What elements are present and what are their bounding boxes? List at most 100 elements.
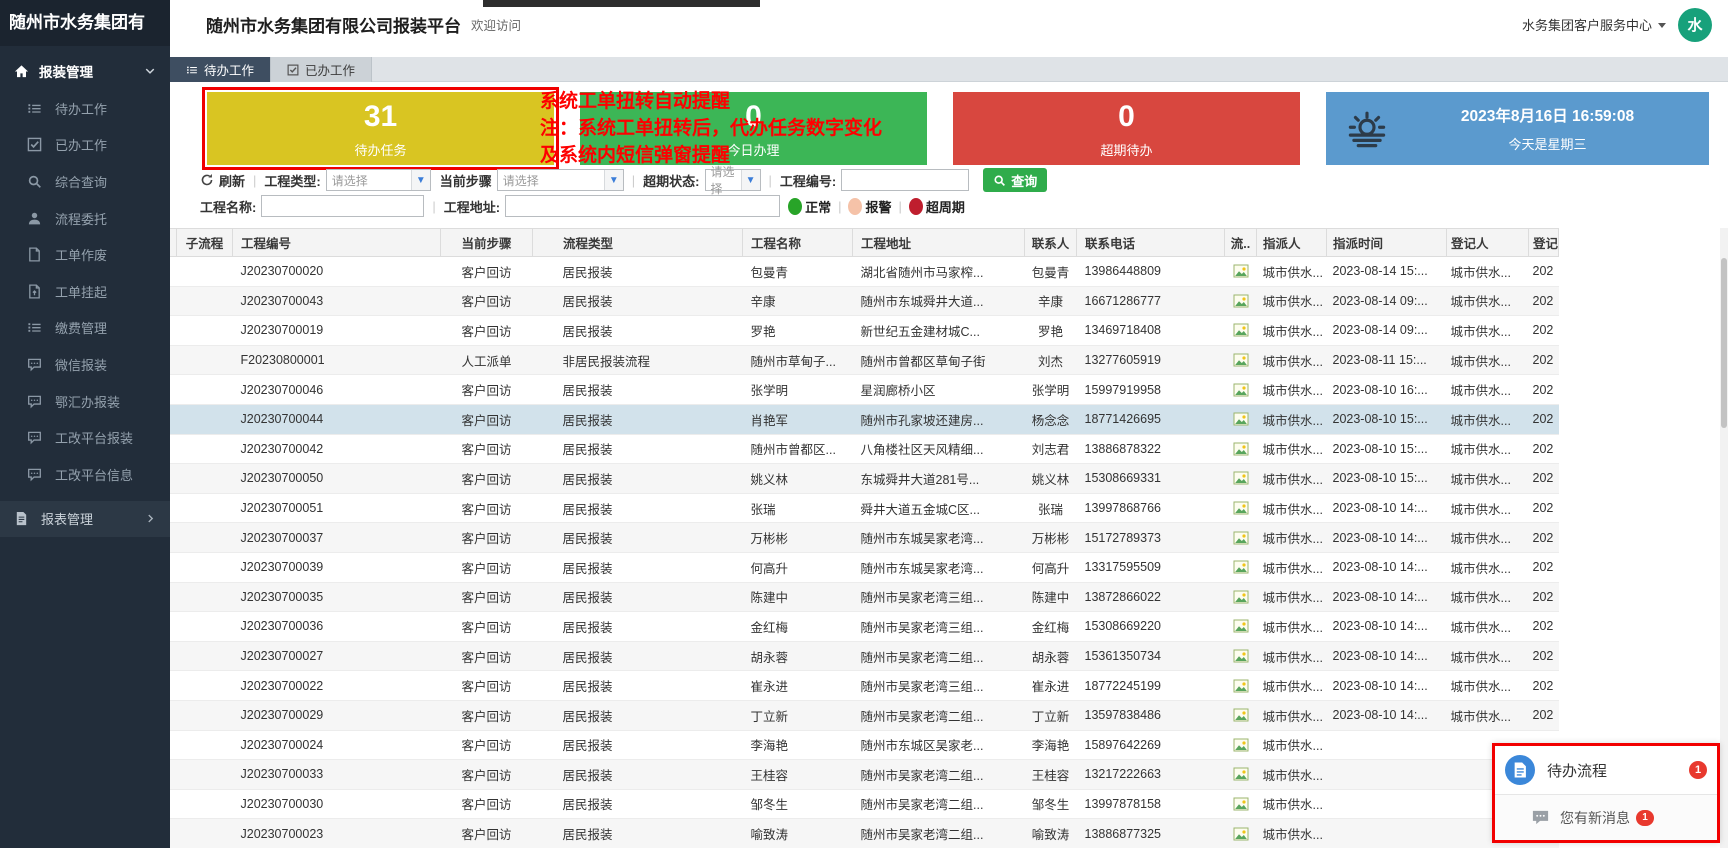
table-row[interactable]: 3办理J20230700019客户回访居民报装罗艳新世纪五金建材城C...罗艳1…	[11, 316, 1559, 346]
user-menu[interactable]: 水务集团客户服务中心 水	[1522, 8, 1712, 42]
cell-assign-time: 2023-08-10 16:...	[1327, 375, 1447, 405]
cell-flow-type: 居民报装	[533, 641, 743, 671]
flow-image-icon[interactable]	[1233, 826, 1249, 842]
sidebar-item-2[interactable]: 综合查询	[0, 163, 170, 200]
sidebar-item-report-mgmt[interactable]: 报表管理	[0, 501, 170, 537]
table-row[interactable]: 20办理J20230700023客户回访居民报装喻致涛随州市吴家老湾二组...喻…	[11, 819, 1559, 848]
flow-image-icon[interactable]	[1233, 796, 1249, 812]
tab-done-work[interactable]: 已办工作	[271, 57, 372, 82]
flow-image-icon[interactable]	[1233, 589, 1249, 605]
table-row[interactable]: 17办理J20230700024客户回访居民报装李海艳随州市东城区吴家老...李…	[11, 730, 1559, 760]
table-row[interactable]: 15办理J20230700022客户回访居民报装崔永进随州市吴家老湾三组...崔…	[11, 671, 1559, 701]
scrollbar-thumb[interactable]	[1721, 258, 1727, 428]
cell-assignee: 城市供水...	[1257, 493, 1327, 523]
flow-image-icon[interactable]	[1233, 382, 1249, 398]
cell-flow-type: 居民报装	[533, 257, 743, 287]
current-step-label: 当前步骤	[440, 171, 492, 190]
sidebar-item-7[interactable]: 微信报装	[0, 346, 170, 383]
flow-image-icon[interactable]	[1233, 263, 1249, 279]
pending-count: 31	[207, 101, 554, 133]
flow-image-icon[interactable]	[1233, 352, 1249, 368]
table-row[interactable]: 11办理J20230700039客户回访居民报装何高升随州市东城吴家老湾...何…	[11, 552, 1559, 582]
sidebar-item-8[interactable]: 鄂汇办报装	[0, 383, 170, 420]
top-bar: 随州市水务集团有限公司报装平台 欢迎访问 水务集团客户服务中心 水	[170, 0, 1728, 57]
cell-assignee: 城市供水...	[1257, 257, 1327, 287]
cell-contact: 辛康	[1025, 286, 1077, 316]
flow-image-icon[interactable]	[1233, 737, 1249, 753]
card-today-done[interactable]: 0 今日办理	[580, 92, 927, 165]
table-row[interactable]: 6办理J20230700044客户回访居民报装肖艳军随州市孔家坡还建房...杨念…	[11, 404, 1559, 434]
cell-current-step: 客户回访	[441, 789, 533, 819]
project-addr-input[interactable]	[505, 195, 780, 217]
flow-image-icon[interactable]	[1233, 441, 1249, 457]
cell-flow-icon	[1225, 760, 1257, 790]
sidebar-item-6[interactable]: 缴费管理	[0, 310, 170, 347]
cell-phone: 15361350734	[1077, 641, 1225, 671]
filter-row-1: 刷新 | 工程类型: 请选择 ▼ 当前步骤 请选择 ▼ | 超期状态: 请选择 …	[200, 168, 1047, 192]
table-row[interactable]: 5办理J20230700046客户回访居民报装张学明星润廊桥小区张学明15997…	[11, 375, 1559, 405]
cell-phone: 13886878322	[1077, 434, 1225, 464]
table-row[interactable]: 4办理F20230800001人工派单非居民报装流程随州市草甸子...随州市曾都…	[11, 345, 1559, 375]
overdue-status-select[interactable]: 请选择 ▼	[705, 169, 761, 191]
table-row[interactable]: 18办理J20230700033客户回访居民报装王桂容随州市吴家老湾二组...王…	[11, 760, 1559, 790]
flow-image-icon[interactable]	[1233, 559, 1249, 575]
cell-assignee: 城市供水...	[1257, 552, 1327, 582]
table-row[interactable]: 19办理J20230700030客户回访居民报装邹冬生随州市吴家老湾二组...邹…	[11, 789, 1559, 819]
table-row[interactable]: 1办理J20230700020客户回访居民报装包曼青湖北省随州市马家榨...包曼…	[11, 257, 1559, 287]
avatar[interactable]: 水	[1678, 8, 1712, 42]
flow-image-icon[interactable]	[1233, 470, 1249, 486]
table-row[interactable]: 8办理J20230700050客户回访居民报装姚义林东城舜井大道281号...姚…	[11, 464, 1559, 494]
flow-image-icon[interactable]	[1233, 293, 1249, 309]
sidebar-item-5[interactable]: 工单挂起	[0, 273, 170, 310]
table-row[interactable]: 14办理J20230700027客户回访居民报装胡永蓉随州市吴家老湾二组...胡…	[11, 641, 1559, 671]
cell-flow-type: 非居民报装流程	[533, 345, 743, 375]
sidebar-item-4[interactable]: 工单作废	[0, 236, 170, 273]
tab-pending-work[interactable]: 待办工作	[170, 57, 271, 82]
cell-phone: 16671286777	[1077, 286, 1225, 316]
flow-image-icon[interactable]	[1233, 766, 1249, 782]
flow-image-icon[interactable]	[1233, 530, 1249, 546]
project-code-input[interactable]	[841, 169, 969, 191]
table-row[interactable]: 2办理J20230700043客户回访居民报装辛康随州市东城舜井大道...辛康1…	[11, 286, 1559, 316]
sidebar-item-0[interactable]: 待办工作	[0, 90, 170, 127]
cell-assignee: 城市供水...	[1257, 345, 1327, 375]
flow-image-icon[interactable]	[1233, 678, 1249, 694]
project-type-select[interactable]: 请选择 ▼	[326, 169, 431, 191]
flow-image-icon[interactable]	[1233, 411, 1249, 427]
sidebar-item-1[interactable]: 已办工作	[0, 127, 170, 164]
sidebar-item-3[interactable]: 流程委托	[0, 200, 170, 237]
col-header-3: 子流程	[177, 229, 233, 257]
query-button[interactable]: 查询	[983, 168, 1047, 192]
flow-image-icon[interactable]	[1233, 618, 1249, 634]
cell-registrar: 城市供水...	[1447, 345, 1529, 375]
table-row[interactable]: 16办理J20230700029客户回访居民报装丁立新随州市吴家老湾二组...丁…	[11, 700, 1559, 730]
table-row[interactable]: 9办理J20230700051客户回访居民报装张瑞舜井大道五金城C区...张瑞1…	[11, 493, 1559, 523]
select-placeholder: 请选择	[503, 172, 539, 189]
card-pending-tasks[interactable]: 31 待办任务	[207, 92, 554, 165]
table-row[interactable]: 12办理J20230700035客户回访居民报装陈建中随州市吴家老湾三组...陈…	[11, 582, 1559, 612]
table-row[interactable]: 7办理J20230700042客户回访居民报装随州市曾都区...八角楼社区天风精…	[11, 434, 1559, 464]
sidebar-item-10[interactable]: 工改平台信息	[0, 456, 170, 493]
card-overdue[interactable]: 0 超期待办	[953, 92, 1300, 165]
sidebar-menu-baozhuang[interactable]: 报装管理	[0, 58, 170, 84]
select-placeholder: 请选择	[711, 163, 741, 197]
flow-image-icon[interactable]	[1233, 500, 1249, 516]
cell-subflow	[177, 671, 233, 701]
project-type-label: 工程类型:	[264, 171, 320, 190]
cell-flow-type: 居民报装	[533, 552, 743, 582]
cell-project-address: 随州市东城区吴家老...	[853, 730, 1025, 760]
flow-image-icon[interactable]	[1233, 322, 1249, 338]
table-row[interactable]: 10办理J20230700037客户回访居民报装万彬彬随州市东城吴家老湾...万…	[11, 523, 1559, 553]
flow-image-icon[interactable]	[1233, 648, 1249, 664]
current-step-select[interactable]: 请选择 ▼	[497, 169, 624, 191]
new-message-notification[interactable]: 您有新消息 1	[1495, 795, 1717, 840]
project-name-input[interactable]	[261, 195, 424, 217]
refresh-button[interactable]: 刷新	[200, 171, 245, 190]
vertical-scrollbar[interactable]	[1720, 228, 1728, 848]
cell-contact: 陈建中	[1025, 582, 1077, 612]
table-row[interactable]: 13办理J20230700036客户回访居民报装金红梅随州市吴家老湾三组...金…	[11, 612, 1559, 642]
sidebar-item-9[interactable]: 工改平台报装	[0, 419, 170, 456]
pending-flow-notification[interactable]: 待办流程 1	[1495, 746, 1717, 795]
flow-image-icon[interactable]	[1233, 707, 1249, 723]
sidebar-menu-label: 报装管理	[39, 61, 93, 81]
